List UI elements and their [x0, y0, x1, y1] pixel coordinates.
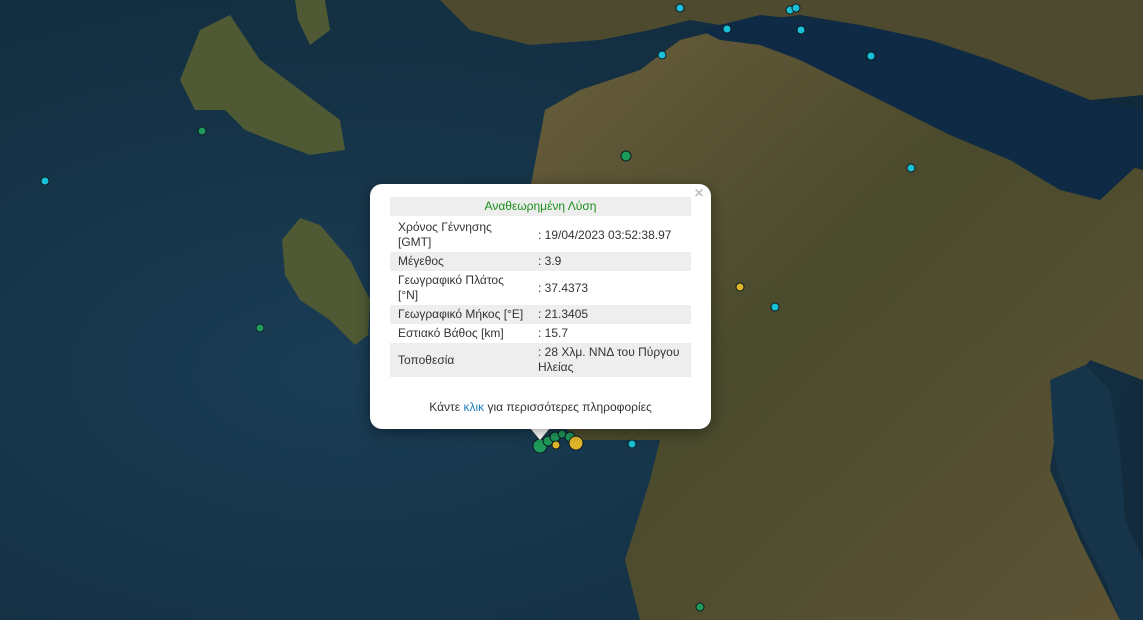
earthquake-marker[interactable]: [906, 163, 916, 173]
latitude-value: : 37.4373: [538, 280, 589, 295]
more-info-link[interactable]: κλικ: [463, 400, 484, 414]
detail-row-magnitude: Μέγεθος : 3.9: [390, 252, 691, 271]
origin-time-label: Χρόνος Γέννησης [GMT]: [398, 220, 492, 249]
origin-time-value: : 19/04/2023 03:52:38.97: [538, 227, 672, 242]
more-info-suffix: για περισσότερες πληροφορίες: [487, 400, 652, 414]
earthquake-details-table: Χρόνος Γέννησης [GMT] : 19/04/2023 03:52…: [390, 218, 691, 377]
earthquake-marker[interactable]: [796, 25, 806, 35]
detail-row-location: Τοποθεσία : 28 Χλμ. ΝΝΔ του Πύργου Ηλεία…: [390, 343, 691, 377]
depth-value: : 15.7: [538, 326, 569, 340]
longitude-value: : 21.3405: [534, 305, 691, 324]
earthquake-marker[interactable]: [568, 435, 584, 451]
location-value: : 28 Χλμ. ΝΝΔ του Πύργου Ηλείας: [534, 343, 691, 377]
detail-row-origin-time: Χρόνος Γέννησης [GMT] : 19/04/2023 03:52…: [390, 218, 691, 252]
earthquake-marker[interactable]: [675, 3, 685, 13]
magnitude-label: Μέγεθος: [390, 252, 534, 271]
earthquake-marker[interactable]: [40, 176, 50, 186]
location-label: Τοποθεσία: [390, 343, 534, 377]
earthquake-marker[interactable]: [791, 3, 801, 13]
popup-tip: [530, 428, 550, 440]
earthquake-marker[interactable]: [695, 602, 705, 612]
earthquake-info-popup: × Αναθεωρημένη Λύση Χρόνος Γέννησης [GMT…: [370, 184, 711, 429]
detail-row-latitude: Γεωγραφικό Πλάτος [°N] : 37.4373: [390, 271, 691, 305]
more-info-prefix: Κάντε: [429, 400, 461, 414]
longitude-label: Γεωγραφικό Μήκος [°E]: [390, 305, 534, 324]
latitude-label: Γεωγραφικό Πλάτος [°N]: [398, 273, 504, 302]
earthquake-marker[interactable]: [657, 50, 667, 60]
earthquake-marker[interactable]: [866, 51, 876, 61]
earthquake-marker[interactable]: [197, 126, 207, 136]
popup-title: Αναθεωρημένη Λύση: [390, 197, 691, 216]
detail-row-depth: Εστιακό Βάθος [km] : 15.7: [390, 324, 691, 343]
magnitude-value: : 3.9: [534, 252, 691, 271]
earthquake-marker[interactable]: [255, 323, 265, 333]
depth-label: Εστιακό Βάθος [km]: [398, 326, 504, 340]
earthquake-marker[interactable]: [722, 24, 732, 34]
earthquake-marker[interactable]: [627, 439, 637, 449]
earthquake-marker[interactable]: [620, 150, 632, 162]
detail-row-longitude: Γεωγραφικό Μήκος [°E] : 21.3405: [390, 305, 691, 324]
more-info-text: Κάντε κλικ για περισσότερες πληροφορίες: [390, 400, 691, 414]
earthquake-marker[interactable]: [551, 440, 561, 450]
earthquake-marker[interactable]: [735, 282, 745, 292]
earthquake-marker[interactable]: [770, 302, 780, 312]
close-icon[interactable]: ×: [692, 186, 706, 202]
